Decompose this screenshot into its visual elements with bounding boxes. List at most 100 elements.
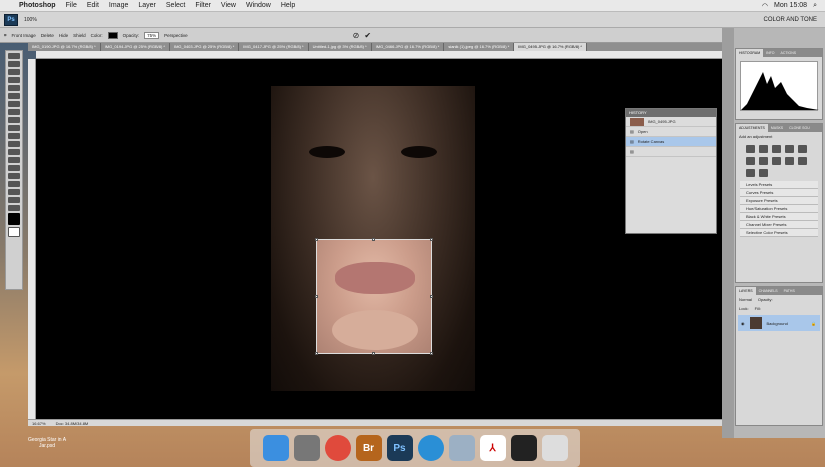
cancel-crop-icon[interactable]: ⊘ [353,31,360,40]
crop-handle[interactable] [372,238,375,241]
crop-handle[interactable] [315,238,318,241]
tab-histogram[interactable]: HISTOGRAM [736,49,764,57]
document-canvas[interactable] [36,59,722,419]
tab-clone-source[interactable]: CLONE SOU [786,124,813,132]
type-tool-icon[interactable] [8,173,20,179]
search-icon[interactable]: ⌕ [813,2,817,10]
front-image-button[interactable]: Front Image [12,33,36,38]
levels-icon[interactable] [759,145,768,153]
preset-item[interactable]: Levels Presets [740,181,818,189]
menu-layer[interactable]: Layer [133,2,161,9]
visibility-eye-icon[interactable]: ◉ [741,321,745,326]
doc-tab[interactable]: IMG_0194.JPG @ 25% (RGB/8) * [101,43,170,51]
brightness-icon[interactable] [746,145,755,153]
delete-option[interactable]: Delete [41,33,54,38]
preview-icon[interactable] [448,435,475,461]
move-tool-icon[interactable] [8,53,20,59]
history-brush-tool-icon[interactable] [8,125,20,131]
shape-tool-icon[interactable] [8,189,20,195]
menu-app-name[interactable]: Photoshop [14,2,61,9]
history-step[interactable]: ▤ Open [626,127,716,137]
commit-crop-icon[interactable]: ✔ [364,31,371,40]
perspective-checkbox[interactable]: Perspective [164,33,188,38]
trash-icon[interactable] [541,435,568,461]
menu-window[interactable]: Window [241,2,276,9]
brush-tool-icon[interactable] [8,109,20,115]
doc-tab[interactable]: sianik (1).jpeg @ 16.7% (RGB/8) * [444,43,515,51]
pen-tool-icon[interactable] [8,165,20,171]
curves-icon[interactable] [772,145,781,153]
crop-tool-icon[interactable]: ⌗ [4,33,7,38]
tab-channels[interactable]: CHANNELS [756,287,781,295]
zoom-tool-icon[interactable] [8,205,20,211]
desktop-file-label[interactable]: Georgia Star in A Jar.psd [22,437,72,449]
preset-item[interactable]: Curves Presets [740,189,818,197]
history-panel-title[interactable]: HISTORY [626,109,716,117]
crop-handle[interactable] [315,352,318,355]
bridge-icon[interactable]: Br [355,435,382,461]
eyedropper-tool-icon[interactable] [8,93,20,99]
zoom-value[interactable]: 100% [24,17,37,23]
layer-name[interactable]: Background [767,321,788,326]
wifi-icon[interactable]: ◠ [762,2,768,10]
crop-selection[interactable] [315,238,433,355]
magic-wand-tool-icon[interactable] [8,77,20,83]
blend-mode-select[interactable]: Normal [739,297,752,302]
system-preferences-icon[interactable] [293,435,320,461]
preset-item[interactable]: Selective Color Presets [740,229,818,237]
tab-info[interactable]: INFO [763,49,777,57]
doc-tab[interactable]: IMG_0466.JPG @ 16.7% (RGB/8) * [372,43,445,51]
doc-tab[interactable]: Untitled-1.jpg @ 3% (RGB/8) * [309,43,372,51]
hand-tool-icon[interactable] [8,197,20,203]
chrome-icon[interactable] [324,435,351,461]
clone-stamp-tool-icon[interactable] [8,117,20,123]
acrobat-icon[interactable]: ⅄ [479,435,506,461]
zoom-status[interactable]: 16.67% [32,421,46,426]
preset-item[interactable]: Channel Mixer Presets [740,221,818,229]
crop-tool-icon[interactable] [8,85,20,91]
eraser-tool-icon[interactable] [8,133,20,139]
shield-color-swatch[interactable] [107,31,118,39]
tab-paths[interactable]: PATHS [781,287,798,295]
marquee-tool-icon[interactable] [8,61,20,67]
preset-item[interactable]: Black & White Presets [740,213,818,221]
posterize-icon[interactable] [759,169,768,177]
blur-tool-icon[interactable] [8,149,20,155]
tab-actions[interactable]: ACTIONS [778,49,800,57]
menu-view[interactable]: View [216,2,241,9]
healing-tool-icon[interactable] [8,101,20,107]
safari-icon[interactable] [417,435,444,461]
doc-tab[interactable]: IMG_0417.JPG @ 25% (RGB/8) * [239,43,309,51]
tab-masks[interactable]: MASKS [768,124,786,132]
channel-mixer-icon[interactable] [798,157,807,165]
doc-tab[interactable]: IMG_0190.JPG @ 16.7% (RGB/8) * [28,43,101,51]
lasso-tool-icon[interactable] [8,69,20,75]
preset-item[interactable]: Hue/Saturation Presets [740,205,818,213]
workspace-switcher[interactable]: COLOR AND TONE [764,17,825,23]
menu-image[interactable]: Image [104,2,133,9]
crop-handle[interactable] [372,352,375,355]
dodge-tool-icon[interactable] [8,157,20,163]
photo-filter-icon[interactable] [785,157,794,165]
shield-checkbox[interactable]: Shield [73,33,86,38]
menu-filter[interactable]: Filter [190,2,216,9]
crop-handle[interactable] [315,295,318,298]
color-balance-icon[interactable] [759,157,768,165]
gradient-tool-icon[interactable] [8,141,20,147]
menu-select[interactable]: Select [161,2,190,9]
opacity-field[interactable]: 75% [144,31,160,39]
crop-handle[interactable] [430,295,433,298]
menu-edit[interactable]: Edit [82,2,104,9]
terminal-icon[interactable] [510,435,537,461]
hide-option[interactable]: Hide [59,33,68,38]
invert-icon[interactable] [746,169,755,177]
menu-file[interactable]: File [61,2,82,9]
foreground-color-swatch[interactable] [8,213,20,225]
background-color-swatch[interactable] [8,227,20,237]
photoshop-icon[interactable]: Ps [386,435,413,461]
history-snapshot[interactable]: IMG_0495.JPG [626,117,716,127]
hue-saturation-icon[interactable] [746,157,755,165]
history-step-active[interactable]: ▤ Rotate Canvas [626,137,716,147]
doc-tab[interactable]: IMG_0403.JPG @ 25% (RGB/8) * [170,43,240,51]
menu-help[interactable]: Help [276,2,300,9]
